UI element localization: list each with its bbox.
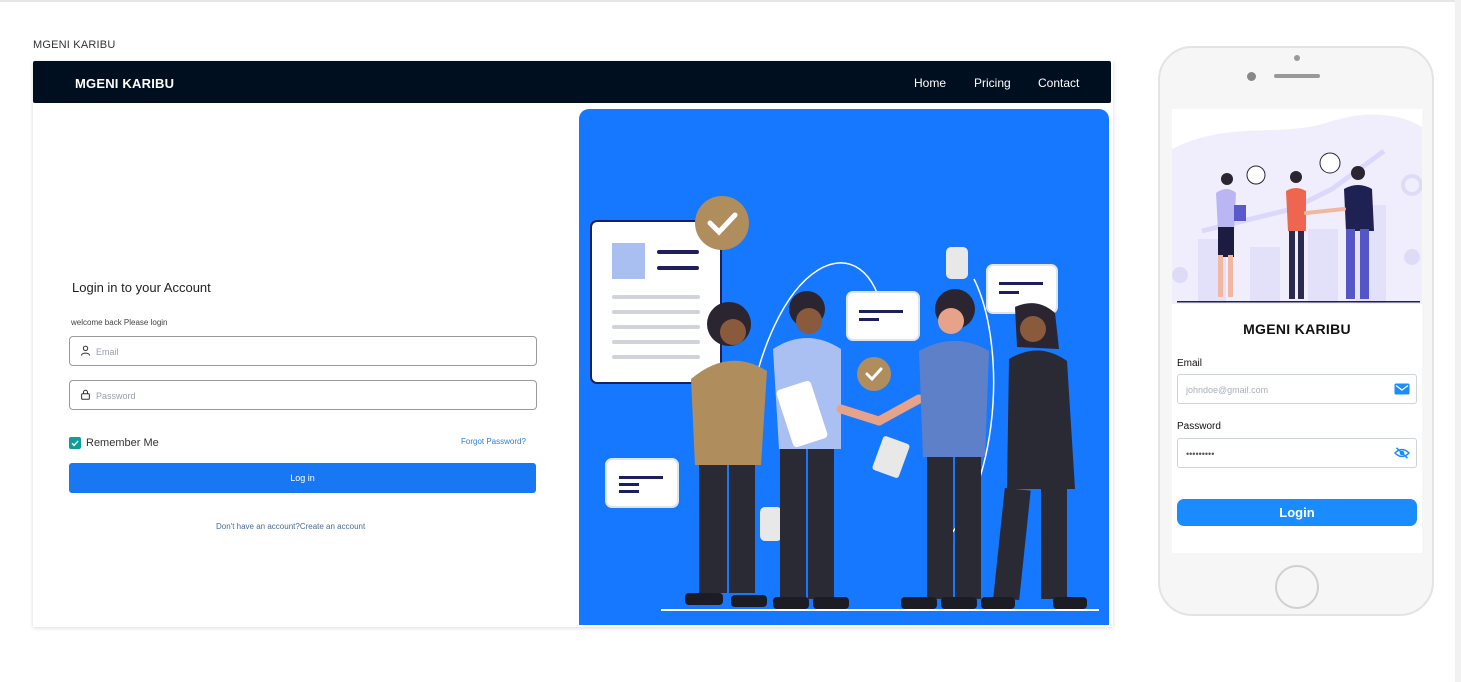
frame-label: MGENI KARIBU	[33, 39, 116, 51]
login-title: Login in to your Account	[72, 280, 211, 295]
mobile-email-input[interactable]	[1184, 379, 1393, 401]
email-field[interactable]	[69, 336, 537, 366]
mobile-password-input[interactable]	[1184, 443, 1393, 465]
mail-icon	[1394, 383, 1410, 395]
canvas-scrollbar	[1455, 0, 1461, 682]
mobile-brand-title: MGENI KARIBU	[1243, 321, 1351, 337]
mobile-password-field[interactable]	[1177, 438, 1417, 468]
nav-link-pricing[interactable]: Pricing	[974, 76, 1011, 90]
signup-prompt: Don't have an account?Create an account	[216, 522, 365, 531]
remember-checkbox[interactable]	[69, 437, 81, 449]
email-input[interactable]	[94, 341, 528, 363]
user-icon	[80, 345, 91, 356]
remember-me-toggle[interactable]: Remember Me	[69, 436, 159, 450]
phone-sensor	[1294, 55, 1300, 61]
login-subtitle: welcome back Please login	[71, 318, 168, 327]
signup-question: Don't have an account?	[216, 522, 300, 531]
mobile-email-field[interactable]	[1177, 374, 1417, 404]
team-handshake-illustration	[590, 196, 1099, 611]
phone-speaker	[1274, 74, 1320, 78]
eye-slash-icon[interactable]	[1394, 447, 1410, 459]
remember-label: Remember Me	[86, 437, 159, 449]
mobile-email-label: Email	[1177, 358, 1203, 369]
phone-home-button[interactable]	[1275, 565, 1319, 609]
brand-logo[interactable]: MGENI KARIBU	[75, 76, 174, 91]
forgot-password-link[interactable]: Forgot Password?	[461, 437, 526, 446]
phone-camera	[1247, 72, 1256, 81]
lock-icon	[81, 389, 90, 400]
hero-illustration-panel	[579, 109, 1109, 625]
mobile-login-button[interactable]: Login	[1177, 499, 1417, 526]
nav-link-home[interactable]: Home	[914, 76, 946, 90]
password-field[interactable]	[69, 380, 537, 410]
mobile-password-label: Password	[1177, 421, 1221, 432]
password-input[interactable]	[94, 385, 528, 407]
check-icon	[71, 440, 79, 447]
login-button[interactable]: Log in	[69, 463, 536, 493]
navbar: MGENI KARIBU Home Pricing Contact	[33, 61, 1111, 103]
desktop-login-page: MGENI KARIBU Home Pricing Contact Login …	[33, 61, 1113, 627]
nav-link-contact[interactable]: Contact	[1038, 76, 1079, 90]
business-team-illustration	[1172, 114, 1422, 304]
mobile-phone-mockup: MGENI KARIBU Email Password Login	[1158, 46, 1434, 616]
create-account-link[interactable]: Create an account	[300, 522, 365, 531]
mobile-login-screen: MGENI KARIBU Email Password Login	[1172, 109, 1422, 553]
top-divider	[0, 0, 1461, 2]
